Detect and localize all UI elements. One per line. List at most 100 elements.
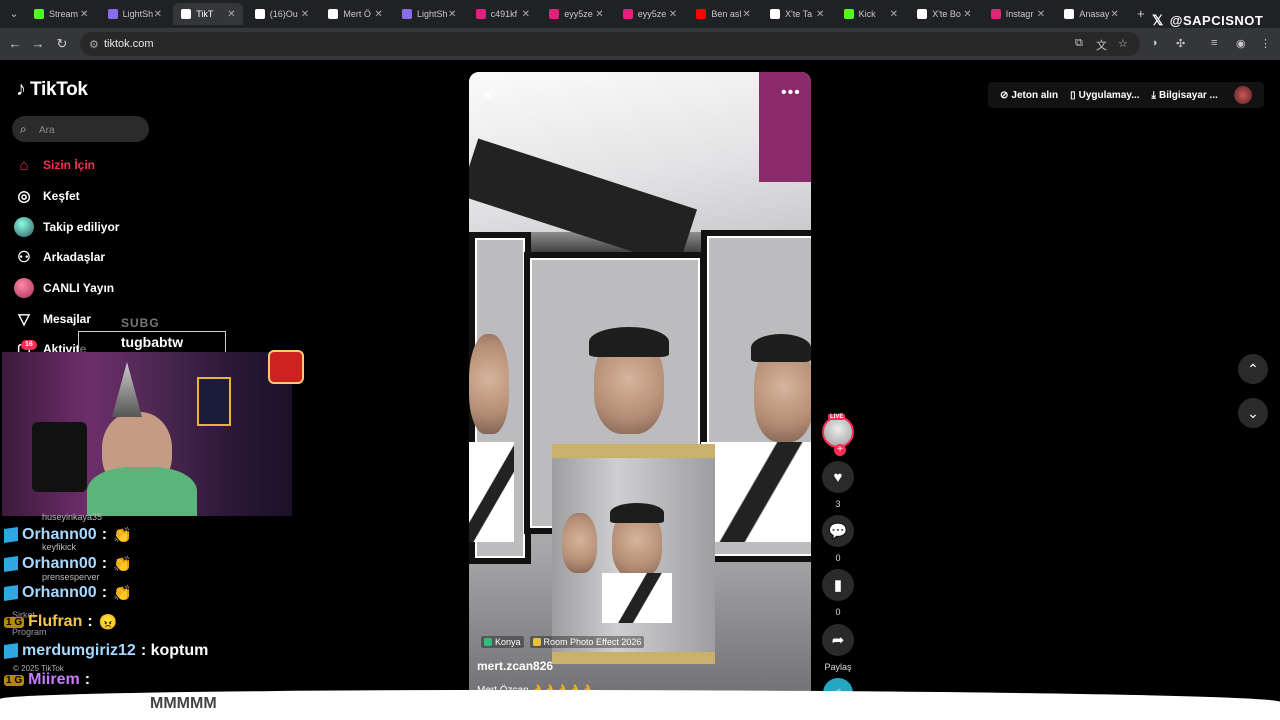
reload-icon[interactable]: ↻ — [55, 37, 69, 51]
translate-icon[interactable]: 文 — [1096, 37, 1107, 53]
tab-title: LightSh — [417, 9, 448, 19]
tab-close-icon[interactable]: ✕ — [890, 9, 902, 20]
tab-close-icon[interactable]: ✕ — [963, 9, 975, 20]
share-label: Paylaş — [824, 662, 852, 672]
get-coins-link[interactable]: ⊘ Jeton alın — [1000, 90, 1058, 101]
search-input[interactable] — [37, 120, 141, 140]
user-cube-icon — [4, 556, 18, 572]
mute-icon[interactable]: ◀︎) — [481, 86, 495, 102]
tab-title: Instagr — [1005, 9, 1034, 19]
sub-goal-label: SUBG — [121, 316, 160, 330]
new-tab-button[interactable]: + — [1137, 6, 1145, 21]
tab-close-icon[interactable]: ✕ — [669, 9, 681, 20]
comment-icon[interactable]: 💬 — [822, 515, 854, 547]
tab-close-icon[interactable]: ✕ — [595, 9, 607, 20]
tab-close-icon[interactable]: ✕ — [154, 9, 166, 20]
browser-tab[interactable]: LightSh ✕ — [100, 3, 170, 25]
get-app-label: Uygulamay... — [1078, 89, 1140, 101]
browser-tab[interactable]: X'te Ta ✕ — [762, 3, 832, 25]
desktop-app-link[interactable]: ⤓ Bilgisayar ... — [1152, 90, 1218, 101]
install-app-icon[interactable]: ⧉ — [1075, 37, 1083, 50]
save-action[interactable]: ▮ 0 — [822, 569, 854, 617]
previous-video-button[interactable]: ⌃ — [1238, 354, 1268, 384]
back-icon[interactable]: ← — [8, 37, 22, 51]
browser-tab[interactable]: (16)Ou ✕ — [247, 3, 317, 25]
browser-tab[interactable]: eyy5ze ✕ — [541, 3, 611, 25]
home-icon: ⌂ — [19, 156, 29, 174]
tab-title: TikT — [196, 9, 214, 19]
chat-text: : — [87, 613, 93, 630]
location-tag[interactable]: Konya — [481, 636, 524, 648]
tab-close-icon[interactable]: ✕ — [301, 9, 313, 20]
tab-close-icon[interactable]: ✕ — [522, 9, 534, 20]
sidebar-item[interactable]: ◎ Keşfet — [14, 184, 79, 208]
browser-tab[interactable]: Anasay ✕ — [1056, 3, 1126, 25]
browser-tab[interactable]: LightSh ✕ — [394, 3, 464, 25]
tab-title: Ben asl — [711, 9, 742, 19]
sidebar-item[interactable]: ⚇ Arkadaşlar — [14, 245, 105, 269]
tab-close-icon[interactable]: ✕ — [816, 9, 828, 20]
author-avatar[interactable]: LIVE + — [822, 414, 854, 456]
forward-icon[interactable]: → — [31, 37, 45, 51]
browser-tab[interactable]: TikT ✕ — [173, 3, 244, 25]
search-box[interactable]: ⌕ — [12, 116, 149, 142]
user-avatar[interactable] — [1234, 86, 1252, 104]
get-app-link[interactable]: ▯ Uygulamay... — [1070, 90, 1139, 101]
tab-close-icon[interactable]: ✕ — [1037, 9, 1049, 20]
hair-right — [751, 334, 811, 362]
comment-action[interactable]: 💬 0 — [822, 515, 854, 563]
bookmark-icon[interactable]: ▮ — [822, 569, 854, 601]
extension-icon[interactable]: ◗ — [1152, 37, 1159, 49]
browser-tab[interactable]: Ben asl ✕ — [688, 3, 758, 25]
tab-search-icon[interactable]: ⌄ — [6, 6, 22, 22]
sidebar-item-label: Takip ediliyor — [43, 220, 120, 234]
browser-tab[interactable]: Stream ✕ — [26, 3, 96, 25]
profile-icon[interactable]: ◉ — [1236, 37, 1246, 50]
browser-tab[interactable]: Mert Ö ✕ — [320, 3, 390, 25]
browser-tab[interactable]: X'te Bo ✕ — [909, 3, 979, 25]
share-icon[interactable]: ➦ — [822, 624, 854, 656]
sidebar-item[interactable]: ▽ Mesajlar — [14, 307, 91, 331]
more-options-icon[interactable]: ••• — [781, 84, 801, 102]
url-field[interactable]: ⚙ tiktok.com — [80, 32, 1140, 56]
share-action[interactable]: ➦ Paylaş — [822, 624, 854, 672]
tab-close-icon[interactable]: ✕ — [374, 9, 386, 20]
next-video-button[interactable]: ⌄ — [1238, 398, 1268, 428]
photo-cube — [552, 444, 715, 664]
effect-tag[interactable]: Room Photo Effect 2026 — [529, 636, 645, 648]
shirt-right — [701, 442, 811, 542]
search-icon: ⌕ — [20, 122, 27, 136]
bookmark-star-icon[interactable]: ☆ — [1118, 37, 1128, 50]
chat-emote: 😠 — [98, 614, 118, 631]
video-author[interactable]: mert.zcan826 — [477, 659, 553, 673]
tab-close-icon[interactable]: ✕ — [227, 9, 239, 20]
tab-close-icon[interactable]: ✕ — [1110, 9, 1122, 20]
location-tag-text: Konya — [495, 637, 521, 647]
effect-tag-text: Room Photo Effect 2026 — [543, 637, 642, 647]
chat-username: merdumgiriz12 — [22, 642, 136, 659]
site-info-icon[interactable]: ⚙ — [89, 38, 99, 51]
media-control-icon[interactable]: ≡ — [1211, 37, 1217, 49]
extensions-puzzle-icon[interactable]: ✣ — [1176, 37, 1185, 50]
chat-text: : — [101, 584, 108, 601]
browser-menu-icon[interactable]: ⋮ — [1260, 37, 1271, 50]
tab-favicon-icon — [107, 9, 118, 19]
heart-icon[interactable]: ♥ — [822, 461, 854, 493]
sidebar-item[interactable]: ⌂ Sizin İçin — [14, 153, 95, 177]
follow-plus-icon[interactable]: + — [834, 444, 846, 456]
sidebar-item[interactable]: Takip ediliyor — [14, 215, 119, 239]
download-icon: ⤓ — [1151, 89, 1156, 101]
tiktok-logo[interactable]: ♪ TikTok — [16, 78, 88, 101]
tab-title: Kick — [858, 9, 876, 19]
sidebar-item[interactable]: CANLI Yayın — [14, 276, 114, 300]
browser-tab[interactable]: c491kf ✕ — [468, 3, 538, 25]
coin-icon: ⊘ — [1000, 89, 1009, 101]
sidebar-item-label: Arkadaşlar — [43, 250, 106, 264]
like-action[interactable]: ♥ 3 — [822, 461, 854, 509]
tab-close-icon[interactable]: ✕ — [448, 9, 460, 20]
browser-tab[interactable]: eyy5ze ✕ — [615, 3, 685, 25]
browser-tab[interactable]: Instagr ✕ — [983, 3, 1053, 25]
browser-tab[interactable]: Kick ✕ — [836, 3, 906, 25]
tab-close-icon[interactable]: ✕ — [742, 9, 754, 20]
tab-close-icon[interactable]: ✕ — [80, 9, 92, 20]
